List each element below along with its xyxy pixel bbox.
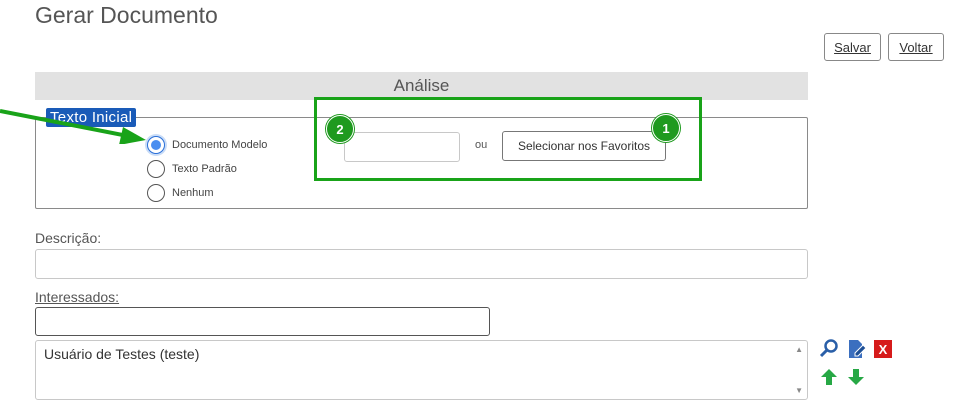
descricao-label: Descrição: [35, 230, 102, 246]
radio-nenhum[interactable] [147, 184, 165, 202]
search-icon[interactable] [819, 339, 839, 359]
move-down-icon[interactable] [847, 368, 865, 386]
list-item[interactable]: Usuário de Testes (teste) [44, 346, 199, 362]
back-button-label: Voltar [899, 39, 933, 55]
page-title: Gerar Documento [35, 2, 218, 28]
interessados-list[interactable]: Usuário de Testes (teste) ▲ ▼ [35, 340, 808, 400]
arrow-pointer-icon [0, 109, 146, 144]
section-title-bar: Análise [35, 72, 808, 100]
descricao-input[interactable] [35, 249, 808, 279]
interessados-label: Interessados: [35, 289, 120, 305]
svg-text:X: X [879, 342, 888, 357]
annotation-badge-2: 2 [326, 115, 354, 143]
scroll-up-arrow[interactable]: ▲ [795, 345, 803, 354]
back-button[interactable]: Voltar [888, 33, 944, 61]
edit-icon[interactable] [847, 339, 867, 359]
save-button-label: Salvar [834, 39, 871, 55]
radio-label-documento-modelo: Documento Modelo [172, 139, 268, 151]
highlight-box [314, 97, 702, 181]
radio-label-nenhum: Nenhum [172, 187, 214, 199]
annotation-badge-1: 1 [652, 114, 680, 142]
radio-label-texto-padrao: Texto Padrão [172, 163, 237, 175]
scroll-down-arrow[interactable]: ▼ [795, 386, 803, 395]
interessados-input[interactable] [35, 307, 490, 336]
move-up-icon[interactable] [820, 368, 838, 386]
remove-icon[interactable]: X [874, 340, 892, 358]
save-button[interactable]: Salvar [824, 33, 881, 61]
radio-texto-padrao[interactable] [147, 160, 165, 178]
section-title: Análise [393, 76, 450, 95]
